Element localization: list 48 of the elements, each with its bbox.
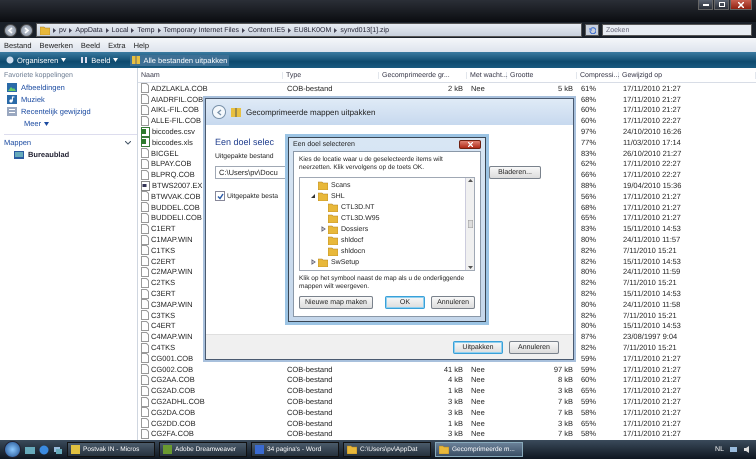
refresh-button[interactable] [585, 24, 599, 36]
refresh-icon [588, 26, 596, 34]
maximize-icon [718, 2, 724, 7]
checkmark-icon [216, 192, 224, 200]
chevron-right-icon[interactable] [131, 28, 134, 32]
pictures-icon [7, 83, 17, 92]
folder-icon [347, 445, 357, 454]
window-switch-icon[interactable] [53, 444, 63, 454]
chevron-right-icon[interactable] [288, 28, 291, 32]
spreadsheet-file-icon [141, 137, 150, 148]
dialog-heading: Een doel selec [215, 137, 274, 147]
chevron-right-icon[interactable] [106, 28, 109, 32]
back-button[interactable] [4, 24, 17, 36]
collapse-arrow-icon[interactable] [310, 193, 316, 200]
checkbox[interactable] [215, 191, 225, 201]
forward-button[interactable] [20, 24, 33, 36]
scroll-down-icon[interactable] [468, 266, 472, 270]
desktop-icon [14, 150, 24, 158]
chevron-right-icon[interactable] [334, 28, 338, 32]
program-file-icon [141, 180, 150, 191]
music-icon [7, 95, 17, 104]
dialog-title: Gecomprimeerde mappen uitpakken [246, 108, 376, 116]
expand-arrow-icon[interactable] [310, 259, 316, 266]
scroll-thumb[interactable] [468, 220, 472, 228]
scrollbar[interactable] [465, 178, 474, 270]
caret-icon [44, 122, 50, 126]
chevron-right-icon[interactable] [69, 28, 72, 32]
close-button[interactable] [730, 0, 752, 10]
views-icon [80, 56, 88, 64]
volume-icon[interactable] [743, 445, 752, 454]
scroll-up-icon[interactable] [468, 178, 472, 182]
recent-folder-icon [7, 107, 17, 116]
close-icon [468, 142, 472, 147]
chevron-right-icon[interactable] [158, 28, 161, 32]
expand-arrow-icon[interactable] [320, 226, 326, 232]
show-desktop-icon[interactable] [25, 444, 35, 454]
start-button[interactable] [4, 441, 21, 458]
minimize-button[interactable] [698, 0, 713, 10]
chevron-right-icon[interactable] [242, 28, 245, 32]
close-button[interactable] [459, 140, 481, 149]
app-icon [163, 445, 172, 454]
folder-icon [439, 445, 449, 454]
chevron-icon[interactable] [125, 140, 131, 144]
spreadsheet-file-icon [141, 126, 150, 137]
minimize-icon [702, 4, 708, 6]
close-icon [738, 2, 744, 8]
chevron-right-icon[interactable] [53, 28, 56, 32]
maximize-button[interactable] [714, 0, 729, 10]
